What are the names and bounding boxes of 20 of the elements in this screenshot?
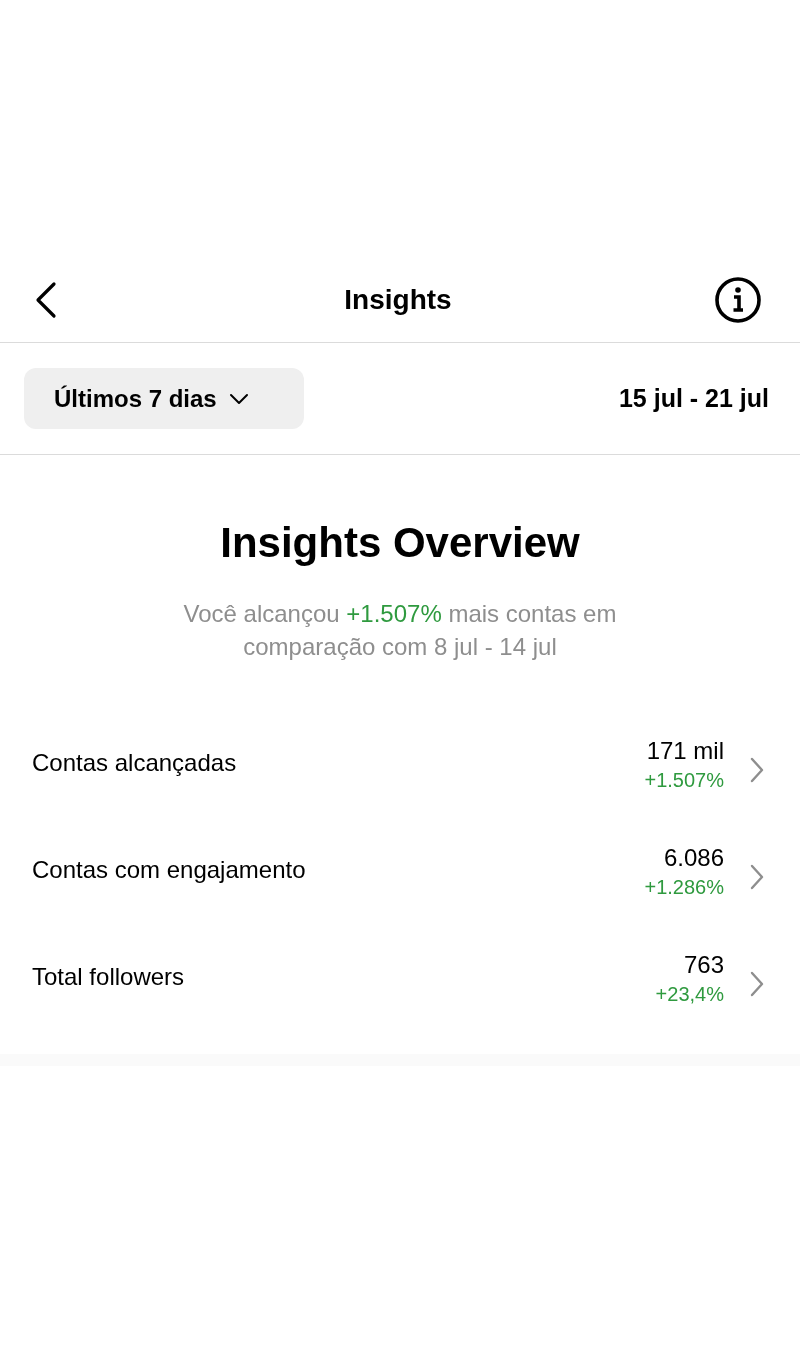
overview-title: Insights Overview: [219, 519, 581, 567]
metric-label[interactable]: Contas com engajamento: [32, 856, 645, 884]
chevron-icon[interactable]: [750, 971, 764, 997]
summary-text: Você alcançou +1.507% mais contas em comparação com 8 jul - 14 jul: [182, 599, 618, 662]
metric-label[interactable]: Contas alcançadas: [32, 749, 645, 777]
metric-value: 171 mil: [645, 737, 724, 765]
metric-change: +23,4%: [655, 983, 724, 1006]
caret-icon: [228, 392, 249, 405]
metric-change: +1.507%: [644, 769, 724, 792]
page-title: Insights: [344, 284, 452, 316]
back-icon[interactable]: [34, 280, 58, 320]
metric-change: +1.286%: [644, 876, 724, 899]
period-dropdown[interactable]: Últimos 7 dias: [24, 368, 304, 429]
chevron-icon[interactable]: [750, 757, 764, 783]
date-range: 15 jul - 21 jul: [618, 384, 769, 413]
info-icon[interactable]: [714, 276, 762, 324]
metric-value: 763: [682, 951, 724, 979]
metric-value: 6.086: [662, 844, 724, 872]
chevron-icon[interactable]: [750, 864, 764, 890]
metric-label[interactable]: Total followers: [32, 963, 656, 991]
